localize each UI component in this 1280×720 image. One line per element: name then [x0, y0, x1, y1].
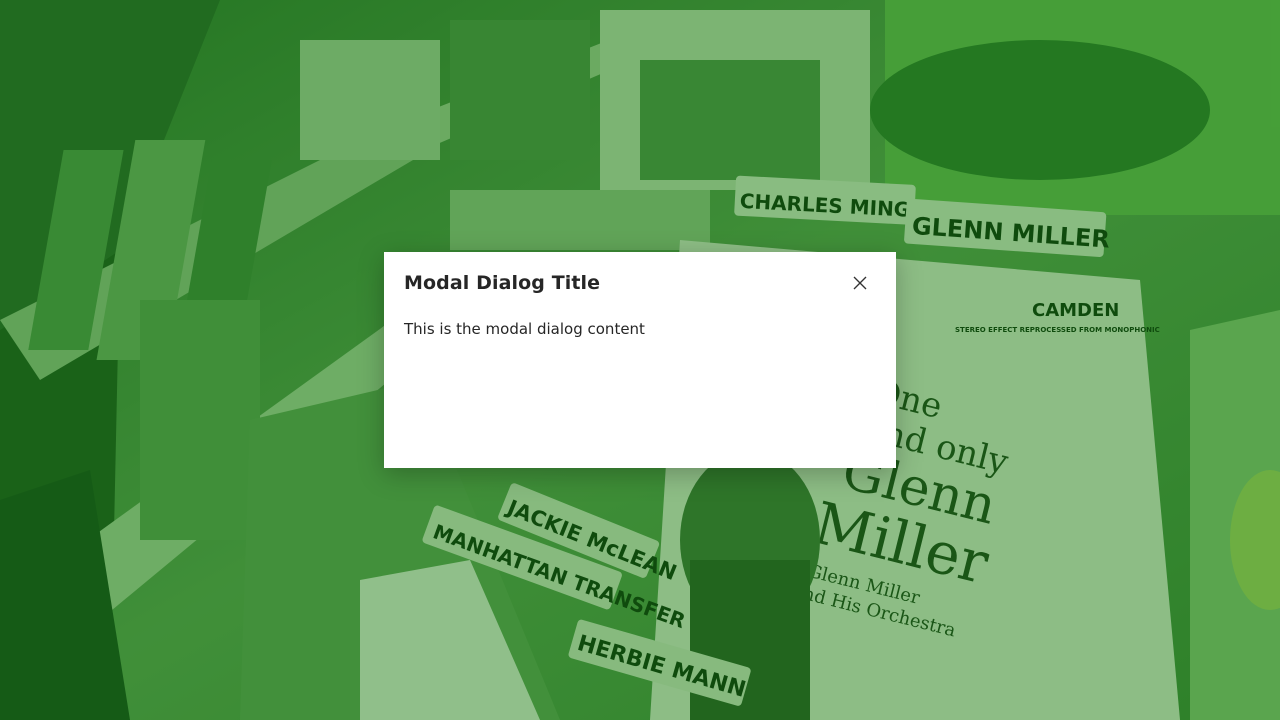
close-button[interactable]	[846, 272, 874, 296]
close-icon[interactable]	[853, 275, 867, 294]
modal-title: Modal Dialog Title	[404, 272, 601, 294]
modal-dialog: Modal Dialog Title This is the modal dia…	[384, 252, 896, 468]
modal-content: This is the modal dialog content	[404, 320, 645, 338]
